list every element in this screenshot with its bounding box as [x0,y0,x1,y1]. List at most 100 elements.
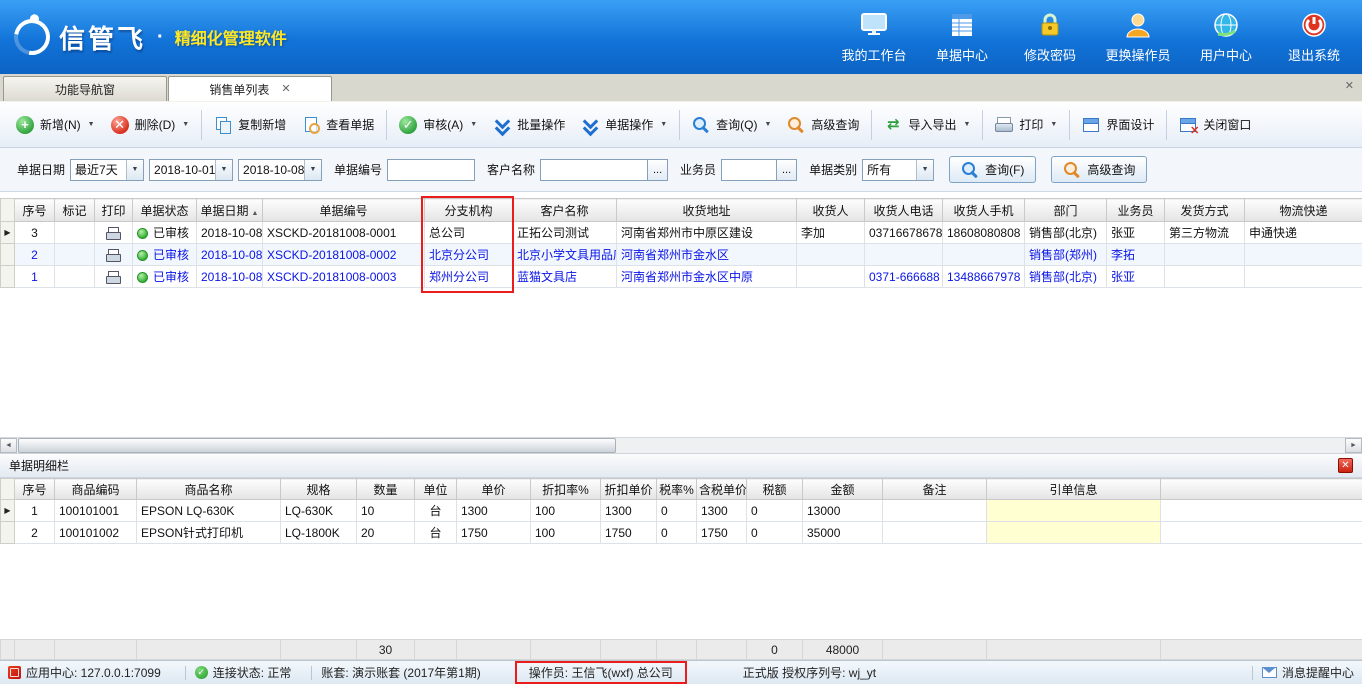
cell-status[interactable]: 已审核 [133,222,197,244]
col-mark[interactable]: 标记 [55,199,95,222]
cell-seq[interactable]: 2 [15,244,55,266]
salesman-browse-button[interactable]: ... [777,159,797,181]
cell-customer[interactable]: 北京小学文具用品店 [513,244,617,266]
chevron-down-icon[interactable]: ▼ [126,160,143,180]
nav-change-password[interactable]: 修改密码 [1012,10,1088,64]
cell-discount-price[interactable]: 1750 [601,522,657,544]
cell-price-with-tax[interactable]: 1750 [697,522,747,544]
tabstrip-close-icon[interactable]: ✕ [1345,81,1354,92]
col-seq[interactable]: 序号 [15,479,55,500]
cell-phone[interactable]: 0371-666688 [865,266,943,288]
chevron-down-icon[interactable]: ▼ [1050,121,1057,128]
cell-seq[interactable]: 1 [15,266,55,288]
nav-exit-system[interactable]: 退出系统 [1276,10,1352,64]
col-receiver[interactable]: 收货人 [797,199,865,222]
detail-row[interactable]: ▶ 1 100101001 EPSON LQ-630K LQ-630K 10 台… [1,500,1362,522]
cell-product-name[interactable]: EPSON针式打印机 [137,522,281,544]
cell-tax[interactable]: 0 [747,500,803,522]
cell-amount[interactable]: 35000 [803,522,883,544]
cell-salesman[interactable]: 张亚 [1107,266,1165,288]
row-selector[interactable]: ▶ [1,222,15,244]
col-price[interactable]: 单价 [457,479,531,500]
row-selector[interactable] [1,522,15,544]
cell-spec[interactable]: LQ-1800K [281,522,357,544]
cell-discount-rate[interactable]: 100 [531,500,601,522]
chevron-down-icon[interactable]: ▼ [215,160,232,180]
cell-mobile[interactable]: 13488667978 [943,266,1025,288]
cell-mark[interactable] [55,244,95,266]
col-doc-no[interactable]: 单据编号 [263,199,425,222]
tab-sales-order-list[interactable]: 销售单列表 ✕ [168,76,332,101]
cell-unit[interactable]: 台 [415,500,457,522]
cell-doc-no[interactable]: XSCKD-20181008-0001 [263,222,425,244]
col-discount-rate[interactable]: 折扣率% [531,479,601,500]
cell-product-name[interactable]: EPSON LQ-630K [137,500,281,522]
doc-ops-button[interactable]: 单据操作▼ [573,112,675,138]
audit-button[interactable]: ✓审核(A)▼ [391,112,485,138]
cell-tax-rate[interactable]: 0 [657,522,697,544]
doc-no-input[interactable] [387,159,475,181]
batch-ops-button[interactable]: 批量操作 [485,112,573,138]
nav-switch-operator[interactable]: 更换操作员 [1100,10,1176,64]
cell-ship-method[interactable] [1165,244,1245,266]
view-doc-button[interactable]: 查看单据 [294,112,382,138]
cell-doc-no[interactable]: XSCKD-20181008-0003 [263,266,425,288]
nav-document-center[interactable]: 单据中心 [924,10,1000,64]
date-to-picker[interactable]: 2018-10-08▼ [238,159,322,181]
col-logistics[interactable]: 物流快递 [1245,199,1362,222]
cell-receiver[interactable] [797,244,865,266]
row-selector[interactable] [1,244,15,266]
nav-my-workstation[interactable]: 我的工作台 [836,10,912,64]
col-amount[interactable]: 金额 [803,479,883,500]
detail-row[interactable]: 2 100101002 EPSON针式打印机 LQ-1800K 20 台 175… [1,522,1362,544]
cell-logistics[interactable] [1245,266,1362,288]
col-ship-method[interactable]: 发货方式 [1165,199,1245,222]
cell-print[interactable] [95,222,133,244]
cell-branch[interactable]: 总公司 [425,222,513,244]
col-product-name[interactable]: 商品名称 [137,479,281,500]
cell-remark[interactable] [883,500,987,522]
cell-discount-rate[interactable]: 100 [531,522,601,544]
cell-logistics[interactable] [1245,244,1362,266]
col-print[interactable]: 打印 [95,199,133,222]
cell-doc-date[interactable]: 2018-10-08 [197,222,263,244]
cell-customer[interactable]: 正拓公司测试 [513,222,617,244]
print-row-icon[interactable] [106,227,121,240]
cell-ship-method[interactable]: 第三方物流 [1165,222,1245,244]
col-unit[interactable]: 单位 [415,479,457,500]
col-customer[interactable]: 客户名称 [513,199,617,222]
filter-adv-query-button[interactable]: 高级查询 [1051,156,1147,183]
cell-branch[interactable]: 郑州分公司 [425,266,513,288]
row-selector[interactable]: ▶ [1,500,15,522]
cell-address[interactable]: 河南省郑州市金水区 [617,244,797,266]
cell-doc-no[interactable]: XSCKD-20181008-0002 [263,244,425,266]
col-tax[interactable]: 税额 [747,479,803,500]
cell-product-code[interactable]: 100101002 [55,522,137,544]
cell-address[interactable]: 河南省郑州市中原区建设 [617,222,797,244]
cell-seq[interactable]: 3 [15,222,55,244]
col-product-code[interactable]: 商品编码 [55,479,137,500]
chevron-down-icon[interactable]: ▼ [470,121,477,128]
cell-salesman[interactable]: 张亚 [1107,222,1165,244]
cell-tax-rate[interactable]: 0 [657,500,697,522]
cell-address[interactable]: 河南省郑州市金水区中原 [617,266,797,288]
cell-tax[interactable]: 0 [747,522,803,544]
col-price-with-tax[interactable]: 含税单价 [697,479,747,500]
chevron-down-icon[interactable]: ▼ [963,121,970,128]
message-center-link[interactable]: 消息提醒中心 [1282,664,1354,681]
scrollbar-thumb[interactable] [18,438,616,453]
cell-ship-method[interactable] [1165,266,1245,288]
cell-mark[interactable] [55,222,95,244]
cell-branch[interactable]: 北京分公司 [425,244,513,266]
cell-product-code[interactable]: 100101001 [55,500,137,522]
col-remark[interactable]: 备注 [883,479,987,500]
scrollbar-track[interactable] [17,438,1345,453]
cell-amount[interactable]: 13000 [803,500,883,522]
salesman-input[interactable] [721,159,777,181]
cell-ref-info[interactable] [987,522,1161,544]
cell-logistics[interactable]: 申通快递 [1245,222,1362,244]
sales-row[interactable]: ▶ 3 已审核 2018-10-08 XSCKD-20181008-0001 总… [1,222,1362,244]
col-status[interactable]: 单据状态 [133,199,197,222]
sales-row[interactable]: 2 已审核 2018-10-08 XSCKD-20181008-0002 北京分… [1,244,1362,266]
col-salesman[interactable]: 业务员 [1107,199,1165,222]
